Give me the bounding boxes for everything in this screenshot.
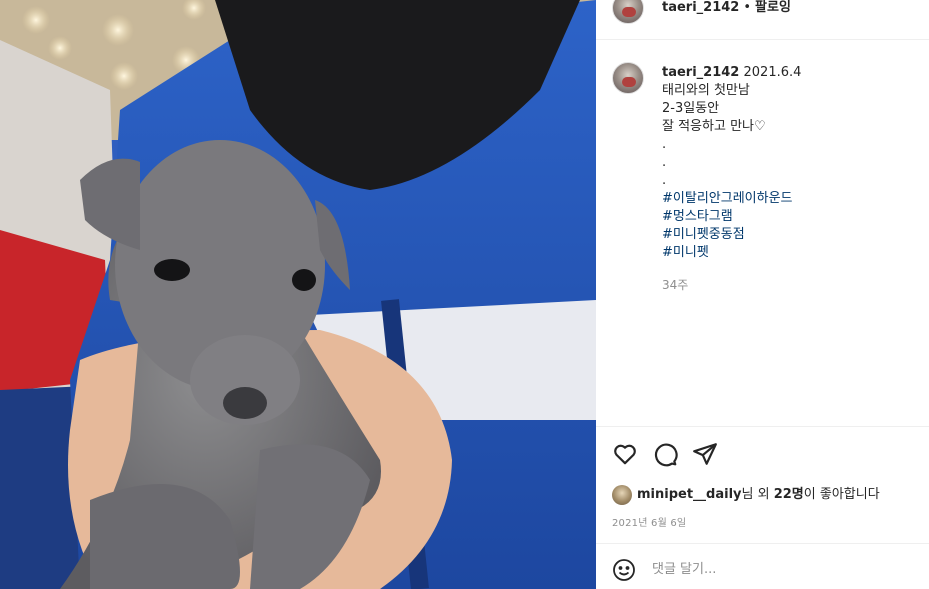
likes-summary[interactable]: minipet__daily님 외 22명이 좋아합니다 bbox=[612, 484, 880, 506]
post-date: 2021년 6월 6일 bbox=[612, 518, 687, 529]
post-header-text: taeri_2142 • 팔로잉 bbox=[662, 0, 791, 16]
hashtag-link[interactable]: #미니펫 bbox=[662, 244, 917, 262]
share-icon[interactable] bbox=[692, 441, 718, 467]
comment-bar bbox=[596, 543, 929, 589]
caption-body: taeri_2142 2021.6.4 태리와의 첫만남 2-3일동안 잘 적응… bbox=[662, 64, 917, 262]
following-button[interactable]: 팔로잉 bbox=[755, 0, 791, 15]
comment-icon[interactable] bbox=[652, 441, 678, 467]
caption-username[interactable]: taeri_2142 bbox=[662, 65, 739, 80]
caption-section: taeri_2142 2021.6.4 태리와의 첫만남 2-3일동안 잘 적응… bbox=[596, 40, 929, 427]
likes-text: 님 외 bbox=[741, 487, 774, 502]
puppy-photo-illustration bbox=[0, 0, 596, 589]
likes-text-end: 이 좋아합니다 bbox=[803, 487, 880, 502]
comment-input[interactable] bbox=[652, 556, 912, 582]
caption-line: . bbox=[662, 137, 667, 152]
post-photo[interactable] bbox=[0, 0, 596, 589]
separator-dot: • bbox=[743, 0, 752, 15]
caption-date: 2021.6.4 bbox=[743, 65, 802, 80]
hashtag-link[interactable]: #미니펫중동점 bbox=[662, 226, 917, 244]
action-bar bbox=[596, 427, 929, 481]
caption-line: 2-3일동안 bbox=[662, 101, 720, 116]
caption-avatar[interactable] bbox=[612, 62, 644, 94]
caption-line: 잘 적응하고 만나♡ bbox=[662, 119, 766, 134]
hashtag-link[interactable]: #이탈리안그레이하운드 bbox=[662, 190, 917, 208]
liker-avatar bbox=[612, 484, 632, 505]
caption-line: . bbox=[662, 155, 667, 170]
liker-username[interactable]: minipet__daily bbox=[637, 487, 742, 502]
post-side-panel: taeri_2142 • 팔로잉 taeri_2142 2021.6.4 태리와의 … bbox=[596, 0, 929, 589]
caption-age: 34주 bbox=[662, 278, 689, 292]
hashtag-link[interactable]: #멍스타그램 bbox=[662, 208, 917, 226]
likes-count[interactable]: 22명 bbox=[774, 487, 804, 502]
post-header: taeri_2142 • 팔로잉 bbox=[596, 0, 929, 40]
author-username[interactable]: taeri_2142 bbox=[662, 0, 739, 15]
author-avatar[interactable] bbox=[612, 0, 644, 24]
heart-icon[interactable] bbox=[612, 441, 638, 467]
caption-line: 태리와의 첫만남 bbox=[662, 83, 750, 98]
smiley-icon[interactable] bbox=[612, 558, 636, 582]
caption-line: . bbox=[662, 173, 667, 188]
